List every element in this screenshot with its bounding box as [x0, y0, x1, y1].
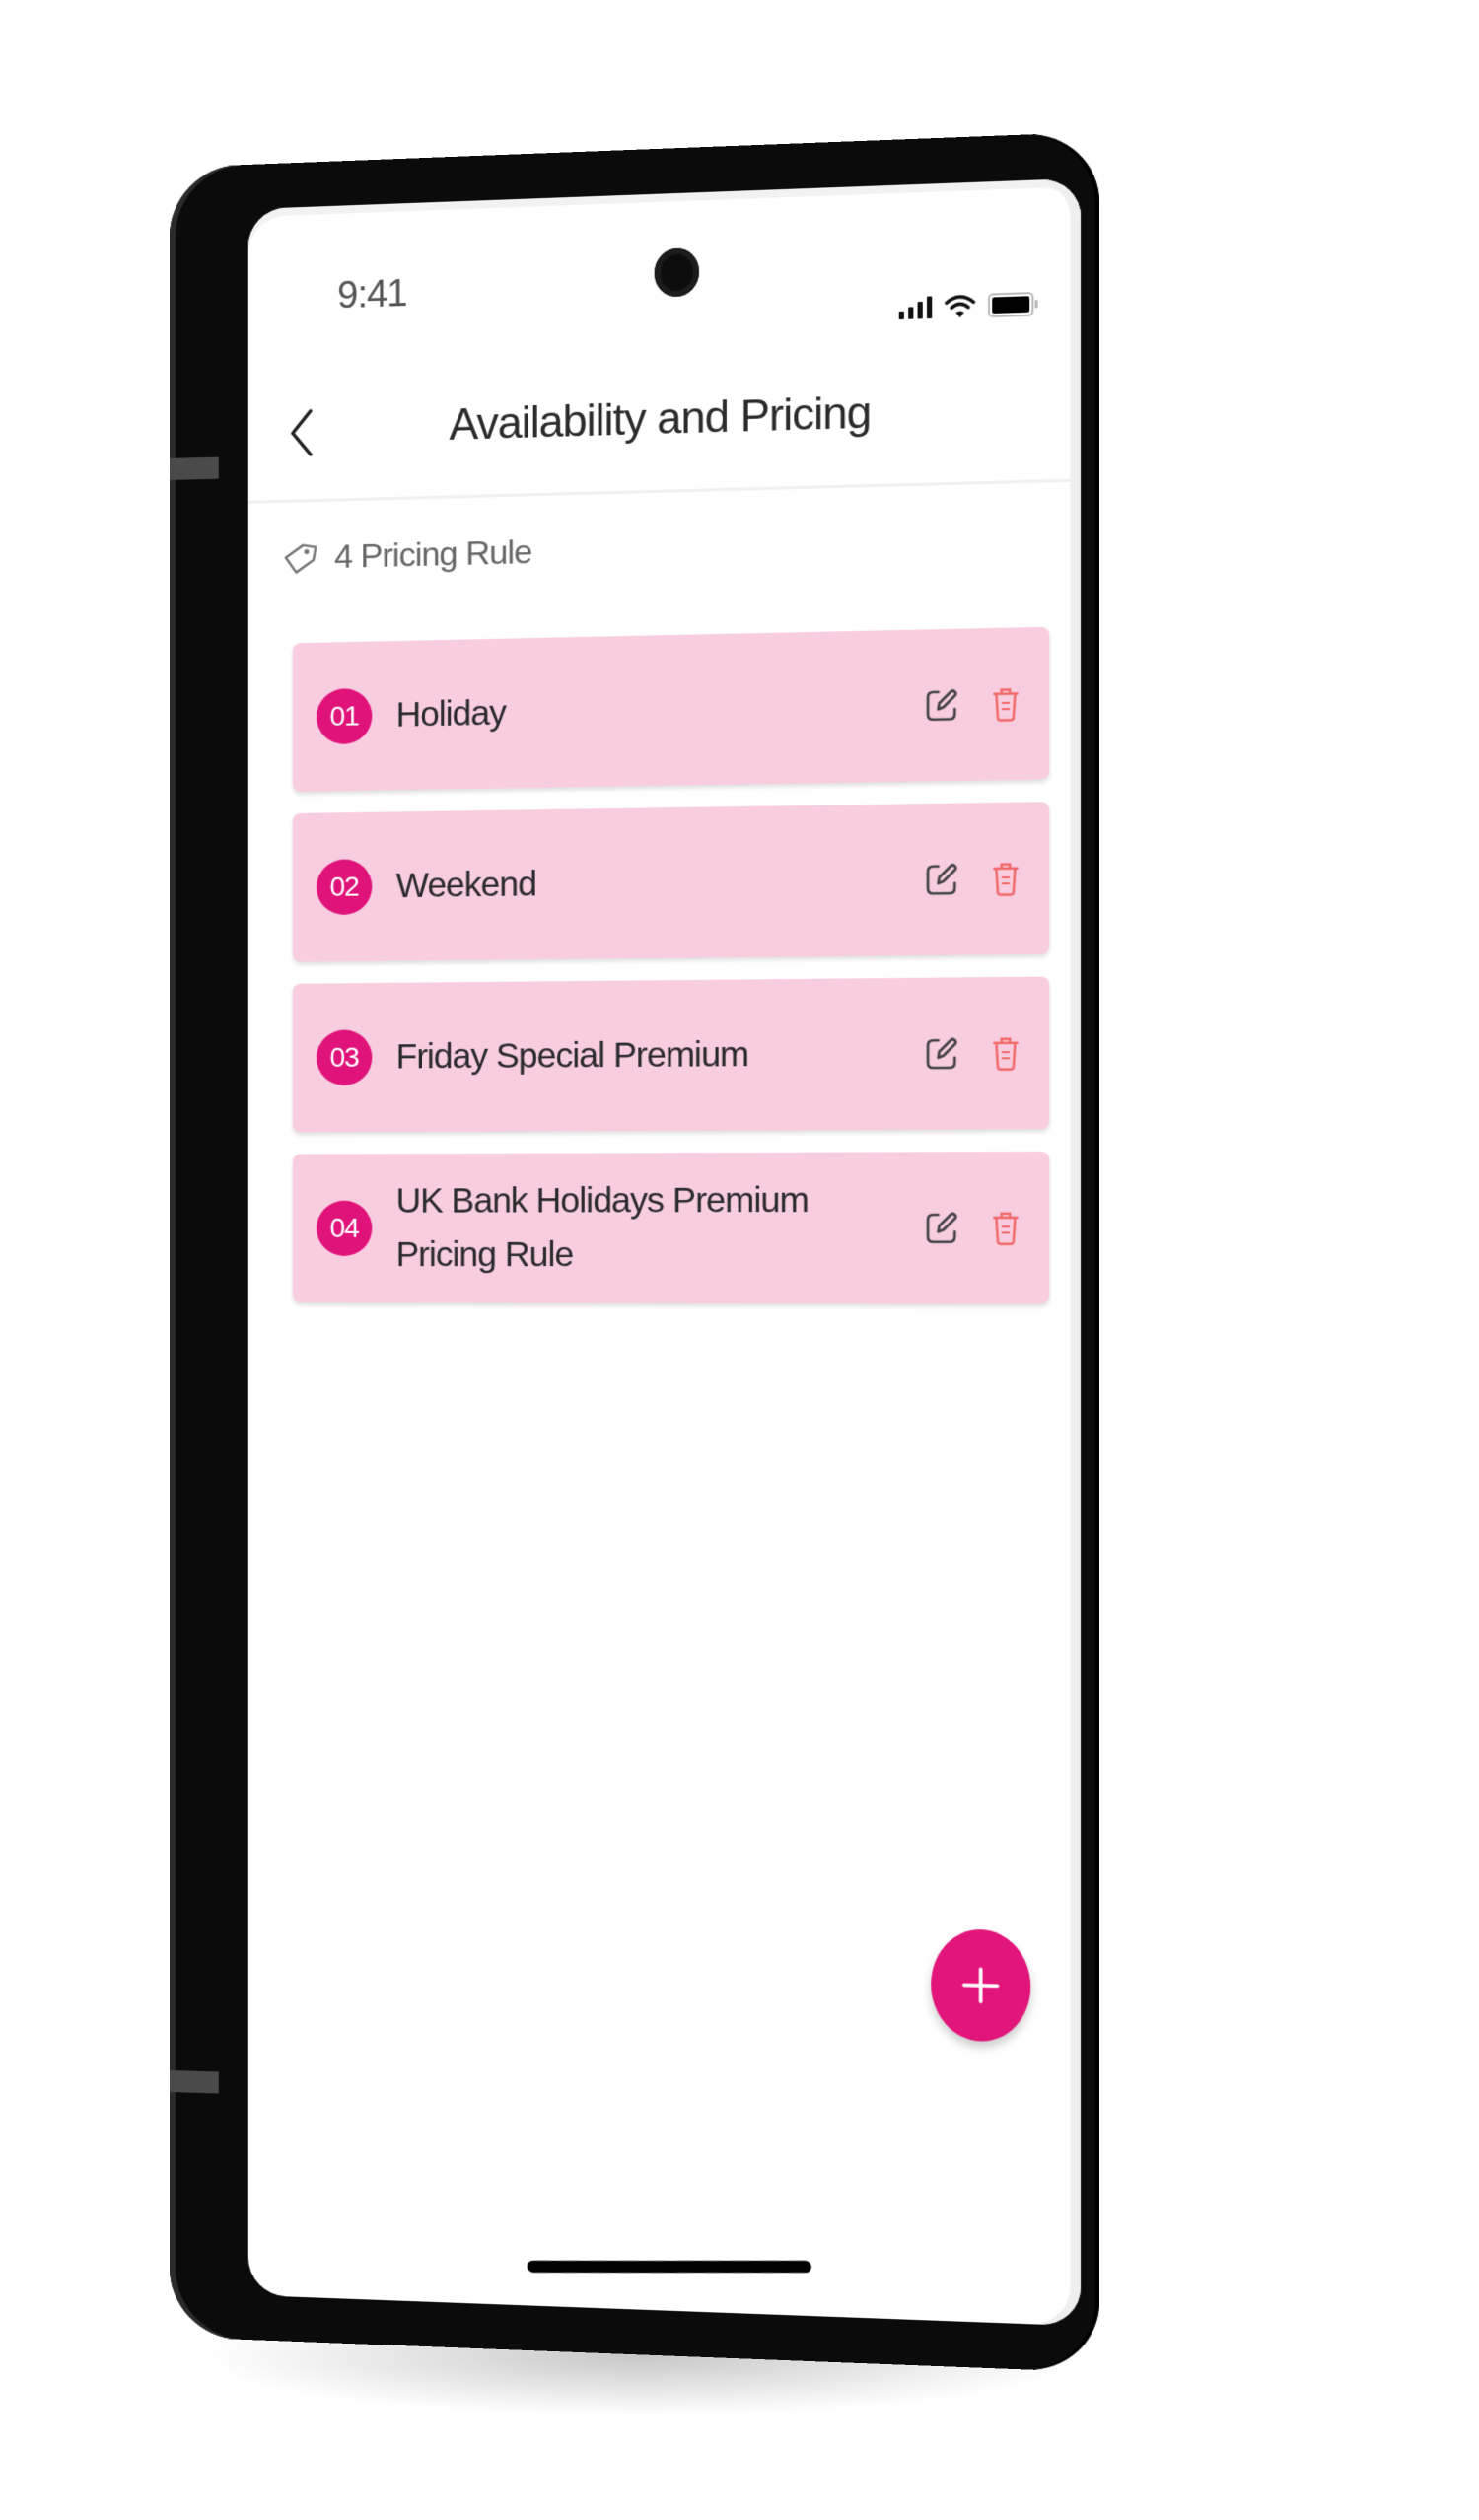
side-button: [170, 456, 219, 480]
rule-number-badge: 03: [316, 1029, 373, 1086]
pricing-rule-item[interactable]: 01 Holiday: [292, 626, 1050, 792]
app-header: Availability and Pricing: [247, 351, 1082, 504]
signal-icon: [898, 296, 933, 320]
edit-button[interactable]: [923, 684, 960, 726]
pricing-rule-count: 4 Pricing Rule: [283, 533, 531, 579]
row-actions: [923, 858, 1024, 899]
rule-name: Weekend: [395, 864, 536, 906]
battery-icon: [988, 291, 1034, 318]
trash-icon: [991, 860, 1021, 896]
side-button: [170, 2070, 219, 2094]
home-indicator[interactable]: [527, 2260, 812, 2274]
edit-button[interactable]: [923, 859, 960, 900]
pricing-rule-list: 01 Holiday 02 Weekend 03 Friday Special …: [292, 626, 1050, 1327]
phone-frame: 9:41 Availability and Pricing 4 Pricing …: [170, 131, 1100, 2373]
trash-icon: [991, 685, 1021, 723]
rule-number-badge: 01: [316, 687, 373, 745]
pricing-rule-count-text: 4 Pricing Rule: [334, 532, 532, 577]
tag-icon: [283, 541, 317, 576]
edit-button[interactable]: [923, 1208, 960, 1248]
page-title: Availability and Pricing: [449, 387, 872, 450]
edit-icon: [924, 1210, 959, 1246]
phone-screen: 9:41 Availability and Pricing 4 Pricing …: [247, 177, 1082, 2327]
trash-icon: [991, 1035, 1021, 1072]
rule-name: Friday Special Premium: [395, 1034, 749, 1077]
status-icons: [898, 291, 1034, 320]
edit-button[interactable]: [923, 1033, 960, 1074]
rule-name: UK Bank Holidays Premium Pricing Rule: [395, 1180, 809, 1275]
row-actions: [923, 1208, 1024, 1248]
pricing-rule-item[interactable]: 04 UK Bank Holidays Premium Pricing Rule: [292, 1151, 1050, 1304]
front-camera: [654, 247, 700, 298]
delete-button[interactable]: [987, 1208, 1024, 1248]
status-time: 9:41: [337, 272, 407, 317]
edit-icon: [924, 686, 959, 724]
rule-name: Holiday: [395, 693, 506, 735]
pricing-rule-item[interactable]: 03 Friday Special Premium: [292, 976, 1050, 1133]
edit-icon: [924, 861, 959, 897]
edit-icon: [924, 1035, 959, 1072]
add-pricing-rule-button[interactable]: [931, 1928, 1031, 2043]
wifi-icon: [945, 294, 976, 318]
row-actions: [923, 1032, 1024, 1074]
row-actions: [923, 683, 1024, 726]
pricing-rule-item[interactable]: 02 Weekend: [292, 802, 1050, 962]
rule-number-badge: 02: [316, 859, 373, 916]
delete-button[interactable]: [987, 858, 1024, 899]
trash-icon: [991, 1210, 1021, 1246]
plus-icon: [960, 1965, 1002, 2006]
delete-button[interactable]: [987, 1032, 1024, 1073]
delete-button[interactable]: [987, 683, 1024, 725]
rule-number-badge: 04: [316, 1200, 373, 1257]
